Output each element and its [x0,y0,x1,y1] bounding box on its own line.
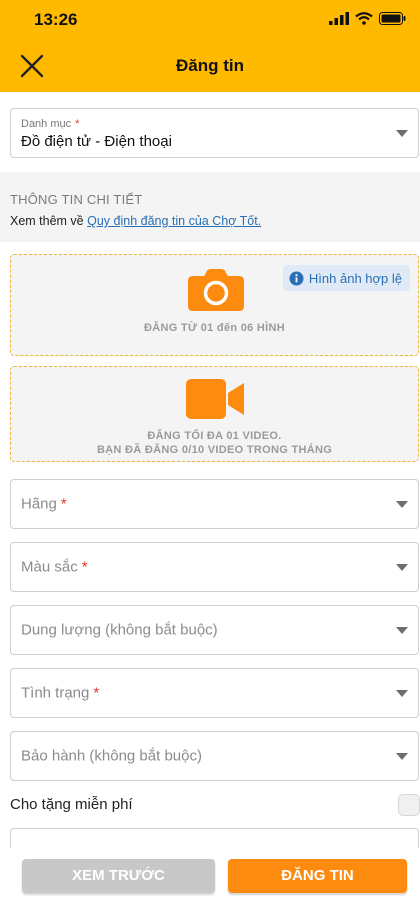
category-select[interactable]: Danh mục * Đồ điện tử - Điện thoại [10,108,419,158]
free-gift-checkbox[interactable] [398,794,420,816]
chevron-down-icon [396,501,408,508]
free-gift-label: Cho tặng miễn phí [10,796,133,813]
video-camera-icon [186,379,244,419]
video-upload-text-1: ĐĂNG TỐI ĐA 01 VIDEO. [147,430,282,442]
required-mark: * [60,495,67,513]
video-upload-area[interactable]: ĐĂNG TỐI ĐA 01 VIDEO. BẠN ĐÃ ĐĂNG 0/10 V… [10,366,419,462]
category-label: Danh mục * [21,118,80,130]
warranty-placeholder: Bảo hành (không bắt buộc) [21,747,202,765]
chevron-down-icon [396,130,408,137]
video-upload-text-2: BẠN ĐÃ ĐĂNG 0/10 VIDEO TRONG THÁNG [96,444,333,456]
photo-upload-text: ĐĂNG TỪ 01 đến 06 HÌNH [143,322,286,334]
brand-placeholder: Hãng * [21,495,67,513]
required-mark: * [93,684,100,702]
post-button[interactable]: ĐĂNG TIN [228,859,407,893]
valid-image-label: Hình ảnh hợp lệ [308,270,402,286]
brand-select[interactable]: Hãng * [10,479,419,529]
info-icon [289,271,304,285]
camera-icon [188,269,244,311]
required-mark: * [75,118,80,130]
page-title: Đăng tin [176,56,244,75]
color-select[interactable]: Màu sắc * [10,542,419,592]
warranty-select[interactable]: Bảo hành (không bắt buộc) [10,731,419,781]
chevron-down-icon [396,627,408,634]
condition-placeholder: Tình trạng * [21,684,100,702]
wifi-icon [355,12,373,25]
preview-button[interactable]: XEM TRƯỚC [22,859,215,893]
posting-rules-link[interactable]: Quy định đăng tin của Chợ Tốt. [87,214,261,228]
chevron-down-icon [396,690,408,697]
chevron-down-icon [396,564,408,571]
status-time: 13:26 [34,10,78,29]
app-header: 13:26 Đăng tin [0,0,420,92]
storage-select[interactable]: Dung lượng (không bắt buộc) [10,605,419,655]
details-note: Xem thêm về Quy định đăng tin của Chợ Tố… [10,214,262,228]
signal-icon [329,12,349,25]
category-value: Đồ điện tử - Điện thoại [21,133,172,150]
color-placeholder: Màu sắc * [21,558,88,576]
condition-select[interactable]: Tình trạng * [10,668,419,718]
required-mark: * [81,558,88,576]
status-icons [329,12,406,25]
photo-upload-area[interactable]: Hình ảnh hợp lệ ĐĂNG TỪ 01 đến 06 HÌNH [10,254,419,356]
battery-icon [379,12,406,25]
details-section [0,172,420,242]
storage-placeholder: Dung lượng (không bắt buộc) [21,621,218,639]
valid-image-badge[interactable]: Hình ảnh hợp lệ [282,265,410,291]
chevron-down-icon [396,753,408,760]
details-title: THÔNG TIN CHI TIẾT [10,192,143,207]
